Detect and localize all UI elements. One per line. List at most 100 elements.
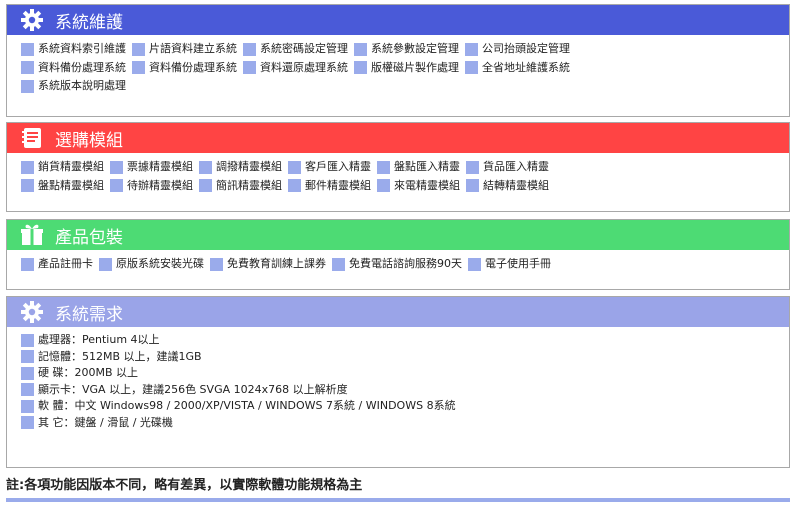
requirement-item: 其 它：鍵盤 / 滑鼠 / 光碟機 xyxy=(21,416,173,430)
list-row: 盤點精靈模組 待辦精靈模組 簡訊精靈模組 郵件精靈模組 來電精靈模組 結轉精靈模… xyxy=(21,177,789,196)
system-requirements-list: 處理器：Pentium 4以上 記憶體：512MB 以上，建議1GB 硬 碟：2… xyxy=(7,327,789,431)
square-bullet-icon xyxy=(21,416,34,430)
square-bullet-icon xyxy=(21,179,34,193)
square-bullet-icon xyxy=(468,257,481,271)
list-row: 產品註冊卡 原版系統安裝光碟 免費教育訓練上課券 免費電話諮詢服務90天 電子使… xyxy=(21,255,789,274)
square-bullet-icon xyxy=(210,257,223,271)
list-item[interactable]: 免費教育訓練上課券 xyxy=(210,257,326,271)
list-row: 其 它：鍵盤 / 滑鼠 / 光碟機 xyxy=(21,415,789,432)
system-requirements-panel: 系統需求 處理器：Pentium 4以上 記憶體：512MB 以上，建議1GB … xyxy=(6,296,790,468)
list-item[interactable]: 系統版本說明處理 xyxy=(21,79,126,93)
requirement-item: 軟 體：中文 Windows98 / 2000/XP/VISTA / WINDO… xyxy=(21,399,456,413)
system-requirements-header: 系統需求 xyxy=(7,297,789,327)
list-item[interactable]: 系統資料索引維護 xyxy=(21,42,126,56)
product-package-panel: 產品包裝 產品註冊卡 原版系統安裝光碟 免費教育訓練上課券 免費電話諮詢服務90… xyxy=(6,219,790,290)
list-row: 處理器：Pentium 4以上 xyxy=(21,332,789,349)
gift-icon xyxy=(19,222,45,248)
optional-modules-header: 選購模組 xyxy=(7,123,789,153)
notebook-icon xyxy=(19,125,45,151)
square-bullet-icon xyxy=(465,42,478,56)
square-bullet-icon xyxy=(465,61,478,75)
list-item[interactable]: 免費電話諮詢服務90天 xyxy=(332,257,462,271)
square-bullet-icon xyxy=(21,399,34,413)
square-bullet-icon xyxy=(377,160,390,174)
list-item[interactable]: 版權磁片製作處理 xyxy=(354,61,459,75)
square-bullet-icon xyxy=(21,333,34,347)
list-item[interactable]: 原版系統安裝光碟 xyxy=(99,257,204,271)
list-row: 系統資料索引維護 片語資料建立系統 系統密碼設定管理 系統參數設定管理 公司抬頭… xyxy=(21,40,789,59)
square-bullet-icon xyxy=(110,160,123,174)
list-row: 顯示卡：VGA 以上，建議256色 SVGA 1024x768 以上解析度 xyxy=(21,382,789,399)
requirement-item: 硬 碟：200MB 以上 xyxy=(21,366,138,380)
square-bullet-icon xyxy=(132,61,145,75)
list-item[interactable]: 票據精靈模組 xyxy=(110,160,193,174)
list-item[interactable]: 銷貨精靈模組 xyxy=(21,160,104,174)
list-item[interactable]: 電子使用手冊 xyxy=(468,257,551,271)
gear-icon xyxy=(19,299,45,325)
list-item[interactable]: 調撥精靈模組 xyxy=(199,160,282,174)
square-bullet-icon xyxy=(377,179,390,193)
list-row: 軟 體：中文 Windows98 / 2000/XP/VISTA / WINDO… xyxy=(21,398,789,415)
square-bullet-icon xyxy=(199,160,212,174)
list-item[interactable]: 貨品匯入精靈 xyxy=(466,160,549,174)
square-bullet-icon xyxy=(21,160,34,174)
list-item[interactable]: 產品註冊卡 xyxy=(21,257,93,271)
list-item[interactable]: 盤點匯入精靈 xyxy=(377,160,460,174)
list-row: 記憶體：512MB 以上，建議1GB xyxy=(21,349,789,366)
system-maintenance-header: 系統維護 xyxy=(7,5,789,35)
list-item[interactable]: 系統參數設定管理 xyxy=(354,42,459,56)
square-bullet-icon xyxy=(21,61,34,75)
gear-icon xyxy=(19,7,45,33)
requirement-item: 處理器：Pentium 4以上 xyxy=(21,333,160,347)
list-item[interactable]: 客戶匯入精靈 xyxy=(288,160,371,174)
list-item[interactable]: 來電精靈模組 xyxy=(377,179,460,193)
square-bullet-icon xyxy=(99,257,112,271)
list-row: 銷貨精靈模組 票據精靈模組 調撥精靈模組 客戶匯入精靈 盤點匯入精靈 貨品匯入精… xyxy=(21,158,789,177)
square-bullet-icon xyxy=(132,42,145,56)
bottom-divider xyxy=(6,498,790,502)
optional-modules-panel: 選購模組 銷貨精靈模組 票據精靈模組 調撥精靈模組 客戶匯入精靈 盤點匯入精靈 … xyxy=(6,122,790,212)
section-title: 選購模組 xyxy=(55,130,123,151)
list-item[interactable]: 盤點精靈模組 xyxy=(21,179,104,193)
list-item[interactable]: 資料備份處理系統 xyxy=(132,61,237,75)
optional-modules-list: 銷貨精靈模組 票據精靈模組 調撥精靈模組 客戶匯入精靈 盤點匯入精靈 貨品匯入精… xyxy=(7,153,789,195)
footnote: 註:各項功能因版本不同，略有差異，以實際軟體功能規格為主 xyxy=(6,478,363,493)
requirement-item: 顯示卡：VGA 以上，建議256色 SVGA 1024x768 以上解析度 xyxy=(21,383,348,397)
product-package-list: 產品註冊卡 原版系統安裝光碟 免費教育訓練上課券 免費電話諮詢服務90天 電子使… xyxy=(7,250,789,274)
square-bullet-icon xyxy=(21,383,34,397)
section-title: 產品包裝 xyxy=(55,227,123,248)
list-item[interactable]: 結轉精靈模組 xyxy=(466,179,549,193)
system-maintenance-panel: 系統維護 系統資料索引維護 片語資料建立系統 系統密碼設定管理 系統參數設定管理… xyxy=(6,4,790,117)
square-bullet-icon xyxy=(332,257,345,271)
square-bullet-icon xyxy=(288,179,301,193)
list-row: 資料備份處理系統 資料備份處理系統 資料還原處理系統 版權磁片製作處理 全省地址… xyxy=(21,59,789,78)
section-title: 系統維護 xyxy=(55,12,123,33)
square-bullet-icon xyxy=(21,42,34,56)
list-item[interactable]: 全省地址維護系統 xyxy=(465,61,570,75)
square-bullet-icon xyxy=(466,179,479,193)
square-bullet-icon xyxy=(466,160,479,174)
square-bullet-icon xyxy=(243,61,256,75)
square-bullet-icon xyxy=(21,350,34,364)
list-row: 系統版本說明處理 xyxy=(21,77,789,96)
list-item[interactable]: 資料還原處理系統 xyxy=(243,61,348,75)
system-maintenance-list: 系統資料索引維護 片語資料建立系統 系統密碼設定管理 系統參數設定管理 公司抬頭… xyxy=(7,35,789,96)
list-item[interactable]: 待辦精靈模組 xyxy=(110,179,193,193)
square-bullet-icon xyxy=(21,79,34,93)
square-bullet-icon xyxy=(199,179,212,193)
list-item[interactable]: 資料備份處理系統 xyxy=(21,61,126,75)
square-bullet-icon xyxy=(21,366,34,380)
list-item[interactable]: 簡訊精靈模組 xyxy=(199,179,282,193)
list-item[interactable]: 片語資料建立系統 xyxy=(132,42,237,56)
list-row: 硬 碟：200MB 以上 xyxy=(21,365,789,382)
square-bullet-icon xyxy=(21,257,34,271)
list-item[interactable]: 公司抬頭設定管理 xyxy=(465,42,570,56)
requirement-item: 記憶體：512MB 以上，建議1GB xyxy=(21,350,202,364)
square-bullet-icon xyxy=(288,160,301,174)
product-package-header: 產品包裝 xyxy=(7,220,789,250)
list-item[interactable]: 系統密碼設定管理 xyxy=(243,42,348,56)
square-bullet-icon xyxy=(243,42,256,56)
square-bullet-icon xyxy=(354,42,367,56)
square-bullet-icon xyxy=(354,61,367,75)
list-item[interactable]: 郵件精靈模組 xyxy=(288,179,371,193)
